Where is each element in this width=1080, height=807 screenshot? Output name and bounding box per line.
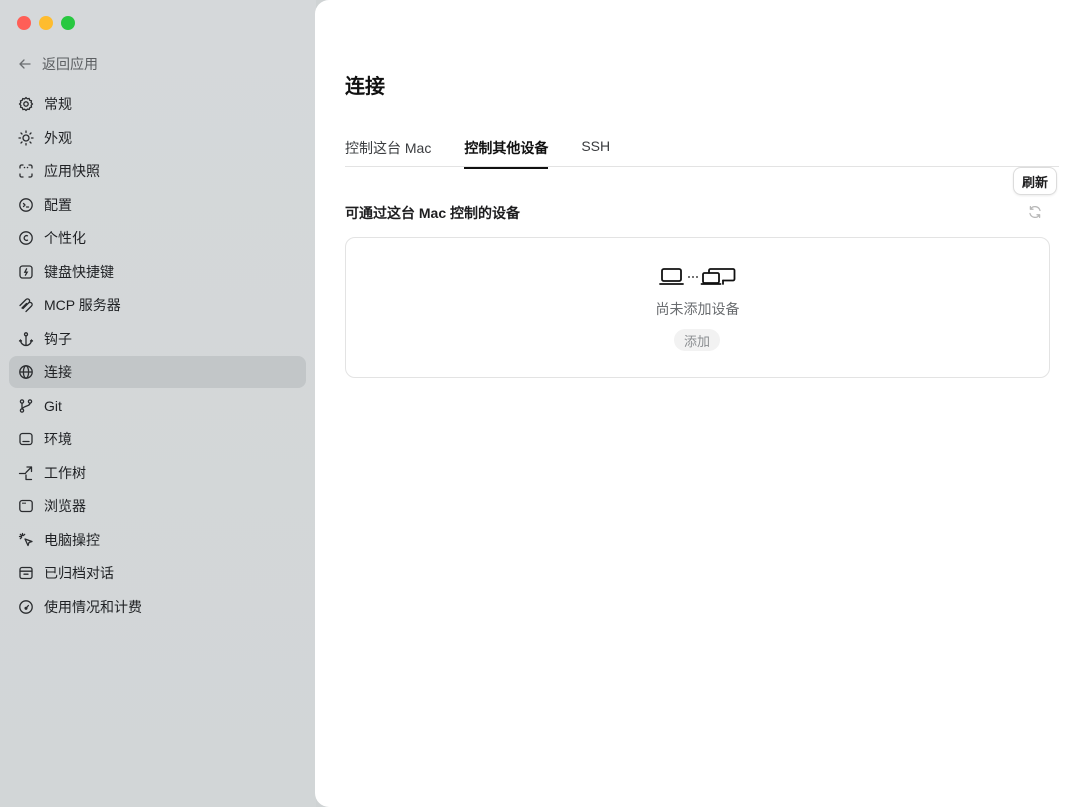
sidebar-item-label: 已归档对话: [44, 565, 114, 581]
empty-state-text: 尚未添加设备: [655, 301, 740, 317]
sidebar-item-label: 使用情况和计费: [44, 598, 142, 615]
terminal-icon: [18, 197, 34, 213]
sidebar-item-label: 环境: [44, 431, 72, 447]
sidebar-item-label: 工作树: [44, 464, 86, 481]
snapshot-icon: [18, 163, 34, 179]
back-to-app-label: 返回应用: [42, 56, 98, 72]
sidebar: 返回应用 常规 外观 应用快照 配置 个性化 键盘快捷键 MCP 服务器 钩子 …: [0, 0, 316, 807]
worktree-icon: [18, 465, 34, 481]
mcp-icon: [18, 297, 34, 313]
settings-nav: 常规 外观 应用快照 配置 个性化 键盘快捷键 MCP 服务器 钩子 连接 Gi…: [9, 88, 306, 624]
anchor-icon: [18, 331, 34, 347]
sidebar-item-git[interactable]: Git: [9, 390, 306, 422]
personalize-icon: [18, 230, 34, 246]
sidebar-item-general[interactable]: 常规: [9, 88, 306, 120]
sidebar-item-personalization[interactable]: 个性化: [9, 222, 306, 254]
sun-icon: [18, 129, 34, 146]
sidebar-item-config[interactable]: 配置: [9, 189, 306, 221]
environment-icon: [18, 431, 34, 447]
section-title: 可通过这台 Mac 控制的设备: [345, 205, 521, 221]
sidebar-item-connections[interactable]: 连接: [9, 356, 306, 388]
tab-bar: 控制这台 Mac 控制其他设备 SSH: [345, 138, 610, 169]
globe-icon: [18, 364, 34, 380]
sidebar-item-archived-chats[interactable]: 已归档对话: [9, 557, 306, 589]
sidebar-item-app-snapshot[interactable]: 应用快照: [9, 155, 306, 187]
window-controls: [17, 16, 75, 30]
add-device-button[interactable]: 添加: [674, 329, 720, 351]
browser-icon: [18, 498, 34, 514]
sidebar-item-label: 键盘快捷键: [44, 263, 114, 280]
sidebar-item-label: 浏览器: [44, 498, 86, 514]
sidebar-item-label: 外观: [44, 129, 72, 146]
gear-icon: [18, 96, 34, 112]
gauge-icon: [18, 599, 34, 615]
sidebar-item-label: 电脑操控: [44, 531, 100, 548]
sidebar-item-label: 配置: [44, 196, 72, 213]
sidebar-item-label: Git: [44, 397, 62, 414]
sidebar-item-mcp-servers[interactable]: MCP 服务器: [9, 289, 306, 321]
settings-content: 连接 控制这台 Mac 控制其他设备 SSH 刷新 可通过这台 Mac 控制的设…: [315, 0, 1080, 807]
page-title: 连接: [345, 76, 385, 98]
sidebar-item-label: 应用快照: [44, 163, 100, 179]
sidebar-item-label: MCP 服务器: [44, 297, 121, 313]
keyboard-shortcut-icon: [18, 264, 34, 280]
sidebar-item-appearance[interactable]: 外观: [9, 122, 306, 154]
tab-ssh[interactable]: SSH: [581, 138, 610, 168]
zoom-window-button[interactable]: [61, 16, 75, 30]
close-window-button[interactable]: [17, 16, 31, 30]
back-to-app-link[interactable]: 返回应用: [17, 53, 98, 75]
tab-control-this-mac[interactable]: 控制这台 Mac: [345, 138, 431, 168]
refresh-button[interactable]: 刷新: [1013, 167, 1058, 195]
sidebar-item-worktree[interactable]: 工作树: [9, 457, 306, 489]
reload-icon[interactable]: [1027, 204, 1043, 220]
git-branch-icon: [18, 398, 34, 414]
sidebar-item-keyboard-shortcuts[interactable]: 键盘快捷键: [9, 256, 306, 288]
arrow-left-icon: [19, 59, 31, 69]
sidebar-item-label: 钩子: [44, 330, 72, 347]
sidebar-item-usage-billing[interactable]: 使用情况和计费: [9, 591, 306, 623]
sidebar-item-computer-use[interactable]: 电脑操控: [9, 524, 306, 556]
archive-icon: [18, 565, 34, 581]
devices-icon: [659, 268, 736, 285]
sidebar-item-label: 常规: [44, 96, 72, 112]
devices-card: 尚未添加设备 添加: [345, 237, 1050, 378]
tab-control-other-devices[interactable]: 控制其他设备: [464, 138, 549, 169]
tab-divider: [345, 166, 1059, 167]
sidebar-item-browser[interactable]: 浏览器: [9, 490, 306, 522]
minimize-window-button[interactable]: [39, 16, 53, 30]
computer-use-icon: [18, 532, 34, 548]
sidebar-item-hooks[interactable]: 钩子: [9, 323, 306, 355]
sidebar-item-label: 个性化: [44, 230, 86, 246]
sidebar-item-label: 连接: [44, 364, 72, 380]
sidebar-item-environment[interactable]: 环境: [9, 423, 306, 455]
